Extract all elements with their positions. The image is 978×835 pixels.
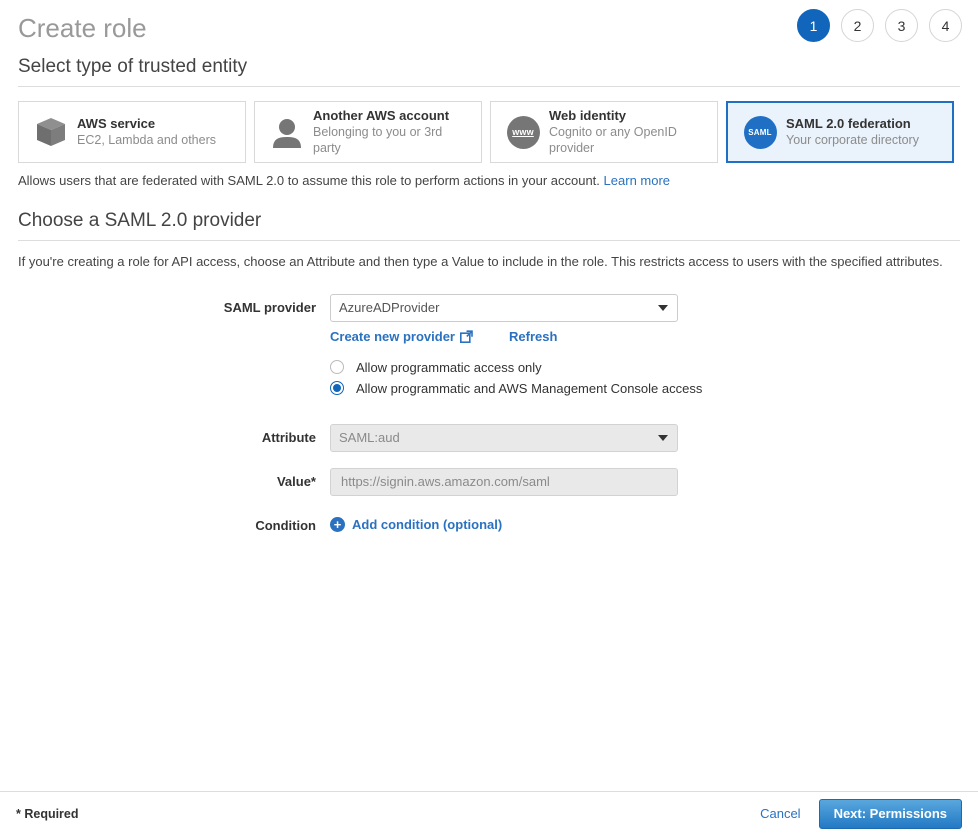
card-title: Web identity bbox=[549, 107, 627, 123]
footer-actions: Cancel Next: Permissions bbox=[760, 798, 962, 829]
step-indicator: 1 2 3 4 bbox=[797, 9, 962, 42]
saml-provider-heading: Choose a SAML 2.0 provider bbox=[18, 210, 960, 241]
card-aws-service[interactable]: AWS service EC2, Lambda and others bbox=[18, 101, 246, 163]
provider-sub-links: Create new provider Refresh bbox=[330, 329, 978, 344]
person-icon bbox=[265, 112, 309, 152]
step-4[interactable]: 4 bbox=[929, 9, 962, 42]
refresh-link[interactable]: Refresh bbox=[509, 329, 557, 344]
trusted-entity-cards: AWS service EC2, Lambda and others Anoth… bbox=[18, 101, 960, 163]
page-header: Create role 1 2 3 4 bbox=[0, 0, 978, 46]
card-subtitle: Belonging to you or 3rd party bbox=[313, 125, 443, 156]
create-new-provider-link[interactable]: Create new provider bbox=[330, 329, 455, 344]
access-type-radio-group: Allow programmatic access only Allow pro… bbox=[330, 360, 978, 396]
card-title: AWS service bbox=[77, 115, 156, 131]
value-label: Value* bbox=[276, 473, 316, 489]
radio-row-programmatic-only[interactable]: Allow programmatic access only bbox=[330, 360, 978, 375]
radio-label: Allow programmatic access only bbox=[356, 359, 542, 375]
add-condition-button[interactable]: + Add condition (optional) bbox=[330, 512, 978, 532]
saml-icon-label: SAML bbox=[748, 127, 772, 137]
www-globe-icon: www bbox=[501, 112, 545, 152]
required-note: * Required bbox=[16, 806, 79, 821]
card-subtitle: Your corporate directory bbox=[786, 133, 919, 148]
card-subtitle: EC2, Lambda and others bbox=[77, 133, 216, 148]
step-2[interactable]: 2 bbox=[841, 9, 874, 42]
radio-row-programmatic-and-console[interactable]: Allow programmatic and AWS Management Co… bbox=[330, 381, 978, 396]
saml-provider-label: SAML provider bbox=[223, 299, 316, 315]
learn-more-link[interactable]: Learn more bbox=[604, 173, 670, 188]
radio-programmatic-only[interactable] bbox=[330, 360, 344, 375]
radio-programmatic-and-console[interactable] bbox=[330, 381, 344, 396]
trusted-entity-helper: Allows users that are federated with SAM… bbox=[18, 173, 960, 188]
row-value: Value* https://signin.aws.amazon.com/sam… bbox=[0, 467, 978, 496]
card-another-aws-account[interactable]: Another AWS account Belonging to you or … bbox=[254, 101, 482, 163]
external-link-icon bbox=[460, 330, 473, 343]
attribute-select[interactable]: SAML:aud bbox=[330, 423, 678, 452]
card-web-identity[interactable]: www Web identity Cognito or any OpenID p… bbox=[490, 101, 718, 163]
trusted-entity-heading: Select type of trusted entity bbox=[18, 56, 960, 87]
card-title: SAML 2.0 federation bbox=[786, 115, 911, 131]
saml-provider-value: AzureADProvider bbox=[339, 300, 440, 316]
next-permissions-button[interactable]: Next: Permissions bbox=[818, 798, 962, 829]
card-title: Another AWS account bbox=[313, 107, 450, 123]
row-attribute: Attribute SAML:aud bbox=[0, 423, 978, 452]
cancel-button[interactable]: Cancel bbox=[760, 806, 800, 821]
card-saml-federation[interactable]: SAML SAML 2.0 federation Your corporate … bbox=[726, 101, 954, 163]
step-1[interactable]: 1 bbox=[797, 9, 830, 42]
radio-label: Allow programmatic and AWS Management Co… bbox=[356, 380, 703, 396]
attribute-label: Attribute bbox=[261, 429, 316, 445]
helper-text: Allows users that are federated with SAM… bbox=[18, 173, 600, 188]
saml-provider-intro: If you're creating a role for API access… bbox=[18, 254, 943, 269]
attribute-value: SAML:aud bbox=[339, 430, 400, 446]
value-input[interactable]: https://signin.aws.amazon.com/saml bbox=[330, 467, 678, 496]
value-input-text: https://signin.aws.amazon.com/saml bbox=[341, 474, 550, 490]
www-icon-label: www bbox=[512, 127, 534, 137]
row-saml-provider: SAML provider AzureADProvider Create new… bbox=[0, 293, 978, 402]
card-subtitle: Cognito or any OpenID provider bbox=[549, 125, 677, 156]
saml-provider-form: SAML provider AzureADProvider Create new… bbox=[0, 293, 978, 533]
saml-provider-select[interactable]: AzureADProvider bbox=[330, 293, 678, 322]
plus-circle-icon: + bbox=[330, 516, 345, 532]
row-condition: Condition + Add condition (optional) bbox=[0, 512, 978, 533]
chevron-down-icon bbox=[658, 434, 668, 441]
saml-badge-icon: SAML bbox=[738, 112, 782, 152]
page-footer: * Required Cancel Next: Permissions bbox=[0, 791, 978, 835]
cube-icon bbox=[29, 112, 73, 152]
step-3[interactable]: 3 bbox=[885, 9, 918, 42]
condition-label: Condition bbox=[255, 517, 316, 533]
add-condition-link[interactable]: Add condition (optional) bbox=[352, 517, 502, 532]
chevron-down-icon bbox=[658, 304, 668, 311]
